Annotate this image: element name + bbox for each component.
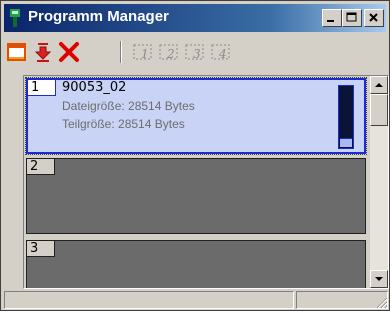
arrow-up-icon <box>375 83 383 87</box>
program-slot-2[interactable]: 2 <box>26 158 366 234</box>
window-title: Programm Manager <box>28 8 169 25</box>
close-icon <box>369 13 378 22</box>
program-name: 90053_02 <box>62 80 127 95</box>
slot-1-icon[interactable]: 1 <box>132 41 154 63</box>
slot-2-label: 2 <box>166 47 175 61</box>
scroll-thumb[interactable] <box>370 94 388 126</box>
minimize-icon <box>327 20 334 22</box>
slot-2-icon[interactable]: 2 <box>158 41 180 63</box>
slot-3-icon[interactable]: 3 <box>184 41 206 63</box>
file-size: Dateigröße: 28514 Bytes <box>62 99 195 113</box>
slot-3-label: 3 <box>193 47 201 61</box>
slot-4-label: 4 <box>218 47 227 61</box>
download-icon[interactable] <box>32 41 54 63</box>
title-bar[interactable]: Programm Manager <box>4 4 386 32</box>
app-icon <box>10 9 20 27</box>
part-size: Teilgröße: 28514 Bytes <box>62 117 185 131</box>
arrow-down-icon <box>375 277 383 281</box>
scroll-down-button[interactable] <box>370 270 388 288</box>
slot-4-icon[interactable]: 4 <box>210 41 232 63</box>
vertical-scrollbar[interactable] <box>370 76 388 288</box>
scroll-up-button[interactable] <box>370 76 388 94</box>
slot-number: 3 <box>27 241 55 257</box>
toolbar-separator <box>120 41 122 63</box>
toolbar: 1 2 3 4 <box>4 35 386 67</box>
program-slot-3[interactable]: 3 <box>26 240 366 288</box>
status-bar <box>4 291 388 309</box>
maximize-icon <box>346 12 357 22</box>
delete-icon[interactable] <box>58 41 80 63</box>
slot-number: 1 <box>28 80 56 96</box>
program-slot-1[interactable]: 1 90053_02 Dateigröße: 28514 Bytes Teilg… <box>25 77 367 155</box>
program-slot-list: 1 90053_02 Dateigröße: 28514 Bytes Teilg… <box>23 75 389 289</box>
close-button[interactable] <box>364 9 384 27</box>
resize-grip-icon[interactable] <box>374 295 388 309</box>
minimize-button[interactable] <box>322 9 342 27</box>
slot-number: 2 <box>27 159 55 175</box>
usage-meter-fill <box>340 138 352 147</box>
status-panel-main <box>4 291 294 309</box>
window-frame-icon[interactable] <box>6 41 28 63</box>
usage-meter <box>338 85 354 149</box>
programm-manager-window: Programm Manager 1 2 3 4 1 90053_02 Date… <box>0 0 390 311</box>
slot-1-label: 1 <box>141 47 149 61</box>
maximize-button[interactable] <box>342 9 362 27</box>
